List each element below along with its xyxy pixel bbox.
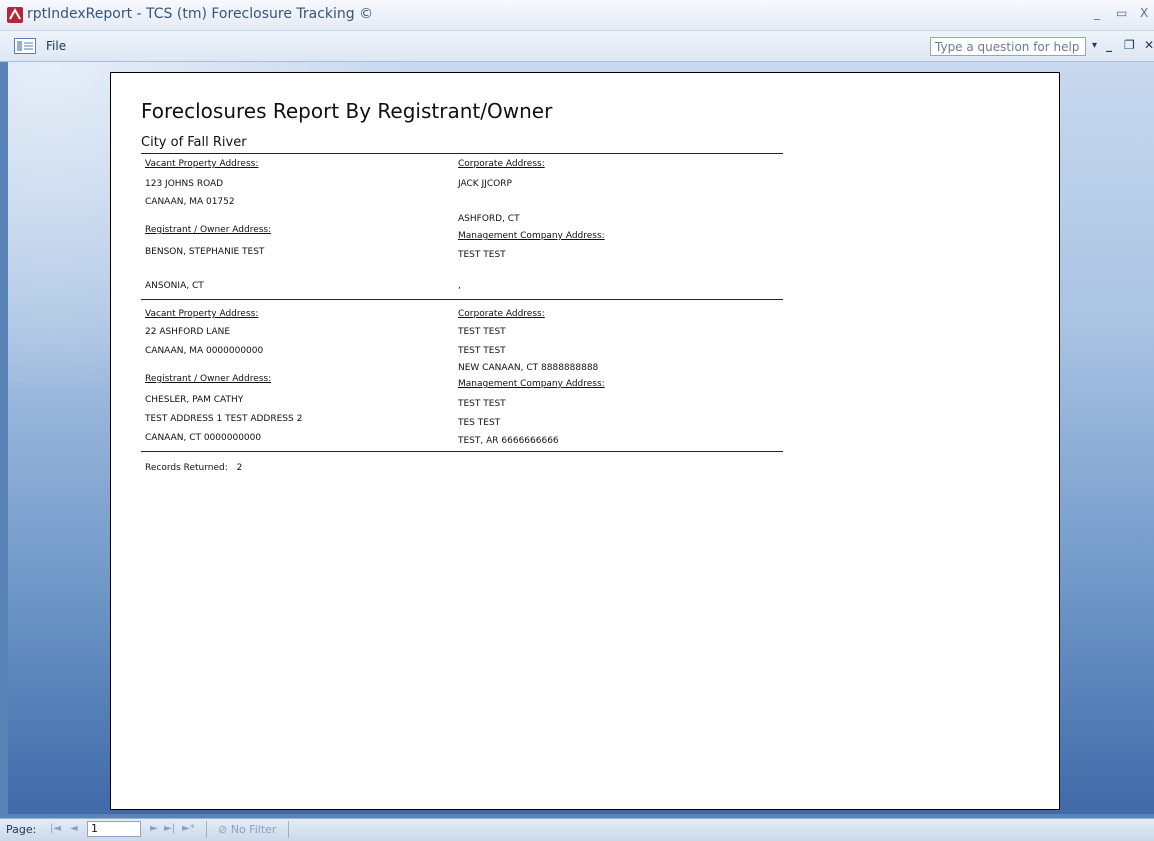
last-page-button[interactable]: ►| — [164, 823, 175, 834]
management-line1-2: TEST TEST — [458, 399, 506, 409]
management-line1-1: TEST TEST — [458, 250, 506, 260]
corporate-label-2: Corporate Address: — [458, 309, 545, 319]
records-returned: Records Returned: 2 — [145, 463, 242, 473]
records-returned-count: 2 — [236, 463, 243, 473]
report-workspace: Foreclosures Report By Registrant/Owner … — [8, 62, 1154, 814]
corporate-line2-2: TEST TEST — [458, 346, 506, 356]
vacant-line1-1: 123 JOHNS ROAD — [145, 179, 224, 189]
registrant-line3-2: CANAAN, CT 0000000000 — [145, 433, 262, 443]
corporate-line3-2: NEW CANAAN, CT 8888888888 — [458, 363, 599, 373]
restore-button[interactable]: ▭ — [1116, 6, 1127, 20]
record-divider-2 — [141, 451, 783, 452]
header-divider — [141, 153, 783, 154]
new-record-button[interactable]: ►* — [182, 823, 195, 834]
report-page: Foreclosures Report By Registrant/Owner … — [110, 72, 1060, 810]
filter-icon: ⊘ — [218, 823, 231, 836]
first-page-button[interactable]: |◄ — [50, 823, 61, 834]
registrant-label-2: Registrant / Owner Address: — [145, 374, 272, 384]
minimize-button[interactable]: _ — [1094, 6, 1100, 20]
report-title: Foreclosures Report By Registrant/Owner — [141, 99, 553, 123]
management-label-2: Management Company Address: — [458, 379, 605, 389]
help-search-input[interactable]: Type a question for help — [930, 37, 1086, 56]
doc-minimize-button[interactable]: _ — [1106, 38, 1112, 52]
management-line2-2: TES TEST — [458, 418, 501, 428]
page-number-input[interactable]: 1 — [87, 821, 141, 837]
vacant-line1-2: 22 ASHFORD LANE — [145, 327, 231, 337]
window-title: rptIndexReport - TCS (tm) Foreclosure Tr… — [27, 6, 374, 22]
corporate-label-1: Corporate Address: — [458, 159, 545, 169]
corporate-line1-2: TEST TEST — [458, 327, 506, 337]
management-line2-1: , — [458, 281, 461, 291]
management-line3-2: TEST, AR 6666666666 — [458, 436, 559, 446]
registrant-label-1: Registrant / Owner Address: — [145, 225, 272, 235]
record-navigation-bar: Page: |◄ ◄ 1 ► ►| ►* ⊘ No Filter — [0, 818, 1154, 841]
report-icon[interactable] — [14, 38, 36, 54]
corporate-line1-1: JACK JJCORP — [458, 179, 512, 189]
access-app-icon[interactable] — [6, 6, 24, 24]
registrant-line1-2: CHESLER, PAM CATHY — [145, 395, 244, 405]
records-returned-label: Records Returned: — [145, 463, 228, 473]
status-separator-2 — [288, 821, 289, 838]
record-divider-1 — [141, 299, 783, 300]
report-city: City of Fall River — [141, 135, 247, 150]
registrant-line2-1: ANSONIA, CT — [145, 281, 204, 291]
corporate-line2-1: ASHFORD, CT — [458, 214, 520, 224]
no-filter-button[interactable]: ⊘ No Filter — [218, 823, 276, 836]
registrant-line1-1: BENSON, STEPHANIE TEST — [145, 247, 265, 257]
menu-bar: File Type a question for help ▾ _ ❐ ✕ — [0, 31, 1154, 62]
previous-page-button[interactable]: ◄ — [70, 823, 78, 834]
vacant-line2-1: CANAAN, MA 01752 — [145, 197, 235, 207]
vacant-line2-2: CANAAN, MA 0000000000 — [145, 346, 264, 356]
page-label: Page: — [6, 823, 37, 836]
vacant-label-2: Vacant Property Address: — [145, 309, 259, 319]
next-page-button[interactable]: ► — [150, 823, 158, 834]
no-filter-label: No Filter — [230, 823, 277, 836]
title-bar: rptIndexReport - TCS (tm) Foreclosure Tr… — [0, 0, 1154, 31]
help-dropdown-icon[interactable]: ▾ — [1092, 40, 1097, 51]
vacant-label-1: Vacant Property Address: — [145, 159, 259, 169]
management-label-1: Management Company Address: — [458, 231, 605, 241]
registrant-line2-2: TEST ADDRESS 1 TEST ADDRESS 2 — [145, 414, 303, 424]
status-separator — [206, 821, 207, 838]
close-button[interactable]: X — [1140, 6, 1148, 20]
doc-restore-button[interactable]: ❐ — [1124, 38, 1135, 52]
file-menu[interactable]: File — [46, 39, 66, 53]
doc-close-button[interactable]: ✕ — [1144, 38, 1154, 52]
